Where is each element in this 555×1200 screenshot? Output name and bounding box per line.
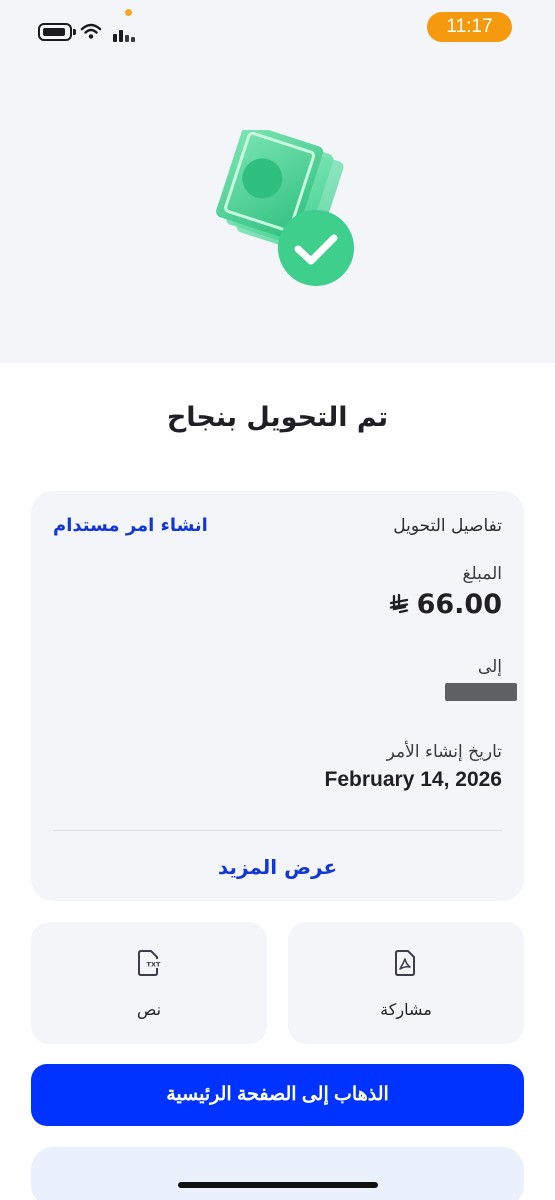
divider — [53, 830, 502, 831]
txt-file-icon: TXT — [138, 950, 162, 976]
riyal-currency-icon — [389, 593, 417, 619]
details-heading: تفاصيل التحويل — [393, 516, 502, 536]
battery-icon — [38, 23, 76, 41]
pdf-file-icon — [395, 950, 415, 976]
signal-icon — [113, 24, 137, 42]
create-recurring-order-link[interactable]: انشاء امر مستدام — [53, 515, 208, 536]
time-pill: 11:17 — [427, 12, 512, 42]
home-indicator — [178, 1182, 378, 1188]
recipient-redacted — [445, 683, 517, 701]
amount-number: 66.00 — [416, 589, 502, 620]
text-button[interactable]: TXT نص — [31, 922, 267, 1044]
recipient-label: إلى — [477, 657, 502, 677]
order-date-value: February 14, 2026 — [324, 768, 502, 791]
order-date-label: تاريخ إنشاء الأمر — [386, 742, 502, 762]
share-label: مشاركة — [380, 1000, 432, 1019]
transfer-details-card: تفاصيل التحويل انشاء امر مستدام المبلغ 6… — [31, 491, 524, 901]
svg-text:TXT: TXT — [147, 960, 161, 968]
page-title: تم التحويل بنجاح — [166, 402, 389, 433]
status-bar: 11:17 — [0, 0, 555, 56]
go-home-button[interactable]: الذهاب إلى الصفحة الرئيسية — [31, 1064, 524, 1126]
bottom-card-partial — [31, 1147, 524, 1200]
amount-label: المبلغ — [462, 564, 502, 584]
show-more-link[interactable]: عرض المزيد — [31, 855, 524, 879]
money-success-icon — [216, 130, 354, 286]
text-label: نص — [136, 1000, 162, 1019]
amount-value: 66.00 — [389, 589, 502, 620]
privacy-indicator-dot — [125, 9, 132, 16]
hero-section: 11:17 — [0, 0, 555, 363]
share-button[interactable]: مشاركة — [288, 922, 524, 1044]
wifi-icon — [80, 23, 102, 39]
